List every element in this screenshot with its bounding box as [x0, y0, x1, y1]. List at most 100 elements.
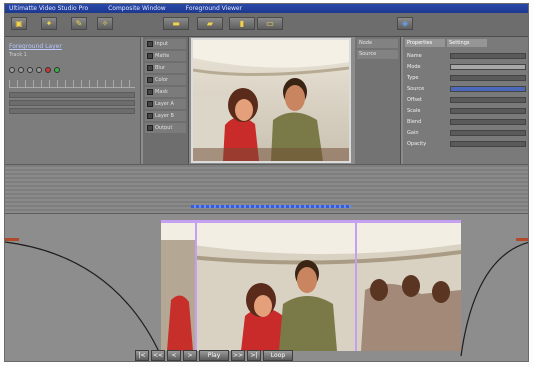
property-row: Gain	[407, 129, 526, 137]
property-field[interactable]	[450, 141, 526, 147]
playback-bar: |< << < > Play >> >| Loop	[135, 349, 435, 361]
curve-handle[interactable]	[5, 238, 19, 241]
property-label: Scale	[407, 108, 421, 114]
time-ruler[interactable]	[9, 80, 135, 88]
property-field[interactable]	[450, 130, 526, 136]
property-label: Gain	[407, 130, 419, 136]
property-tabs: Properties Settings	[403, 37, 528, 49]
loop-button[interactable]: Loop	[263, 349, 293, 361]
list-item[interactable]: Matte	[145, 51, 186, 61]
property-label: Source	[407, 86, 425, 92]
property-field[interactable]	[450, 53, 526, 59]
title-segment: Composite Window	[108, 5, 166, 12]
timeline-track[interactable]	[9, 108, 135, 114]
timeline-strip[interactable]	[5, 164, 528, 214]
list-item[interactable]: Node	[357, 39, 398, 48]
frame-marker[interactable]	[355, 220, 357, 351]
list-item[interactable]: Output	[145, 123, 186, 133]
fast-rewind-button[interactable]: <<	[151, 349, 165, 361]
export-icon[interactable]: ▮	[229, 17, 255, 30]
list-item[interactable]: Blur	[145, 63, 186, 73]
node-label: Layer B	[155, 113, 174, 119]
layers-icon[interactable]: ▰	[197, 17, 223, 30]
render-icon[interactable]: ▬	[163, 17, 189, 30]
property-field[interactable]	[450, 75, 526, 81]
panel-title: Foreground Layer	[9, 43, 62, 50]
title-segment: Ultimatte Video Studio Pro	[9, 5, 89, 12]
list-item[interactable]: Layer B	[145, 111, 186, 121]
property-label: Type	[407, 75, 419, 81]
property-row: Source	[407, 85, 526, 93]
property-label: Blend	[407, 119, 422, 125]
node-icon	[147, 77, 153, 83]
list-item[interactable]: Layer A	[145, 99, 186, 109]
network-icon[interactable]: ◈	[397, 17, 413, 30]
node-icon	[147, 41, 153, 47]
toolbar: ▣ ✦ ✎ ✧ ▬ ▰ ▮ ▭ ◈	[5, 13, 528, 37]
step-forward-button[interactable]: >	[183, 349, 197, 361]
list-item[interactable]: Source	[357, 50, 398, 59]
node-icon	[147, 65, 153, 71]
timeline-track[interactable]	[9, 92, 135, 98]
property-row: Offset	[407, 96, 526, 104]
node-label: Mask	[155, 89, 168, 95]
property-row: Opacity	[407, 140, 526, 148]
property-field[interactable]	[450, 86, 526, 92]
property-row: Type	[407, 74, 526, 82]
folder-icon[interactable]: ▣	[11, 17, 27, 30]
play-button[interactable]: Play	[199, 349, 229, 361]
property-label: Name	[407, 53, 422, 59]
property-row: Mode	[407, 63, 526, 71]
go-start-button[interactable]: |<	[135, 349, 149, 361]
source-list: Node Source	[355, 37, 401, 164]
property-label: Offset	[407, 97, 423, 103]
node-label: Matte	[155, 53, 170, 59]
title-bar: Ultimatte Video Studio Pro Composite Win…	[5, 4, 528, 13]
video-frame-image	[192, 40, 350, 161]
list-item[interactable]: Color	[145, 75, 186, 85]
timeline-panel: Foreground Layer Track 1	[5, 37, 141, 164]
video-viewer[interactable]	[191, 38, 351, 163]
node-label: Output	[155, 125, 173, 131]
step-button[interactable]	[27, 67, 33, 73]
property-field[interactable]	[450, 64, 526, 70]
rewind-button[interactable]	[9, 67, 15, 73]
node-list: Input Matte Blur Color Mask Layer A Laye…	[143, 37, 189, 164]
play-button[interactable]	[54, 67, 60, 73]
frame-marker[interactable]	[195, 220, 197, 351]
node-icon	[147, 101, 153, 107]
track-label: Track 1	[9, 52, 27, 58]
list-item[interactable]: Input	[145, 39, 186, 49]
node-label: Blur	[155, 65, 166, 71]
step-back-button[interactable]: <	[167, 349, 181, 361]
filmstrip-preview[interactable]	[161, 220, 461, 351]
node-label: Layer A	[155, 101, 174, 107]
node-label: Color	[155, 77, 169, 83]
app-window: Ultimatte Video Studio Pro Composite Win…	[4, 3, 529, 362]
property-row: Name	[407, 52, 526, 60]
property-field[interactable]	[450, 119, 526, 125]
curve-handle[interactable]	[516, 238, 528, 241]
properties-panel: Properties Settings Name Mode Type Source Of…	[403, 37, 528, 164]
timeline-track[interactable]	[9, 100, 135, 106]
property-field[interactable]	[450, 108, 526, 114]
selection-bar[interactable]	[191, 205, 351, 208]
fast-forward-button[interactable]: >>	[231, 349, 245, 361]
tab-settings[interactable]: Settings	[447, 39, 487, 47]
node-label: Input	[155, 41, 168, 47]
title-segment: Foreground Viewer	[185, 5, 243, 12]
transport-controls	[9, 67, 60, 73]
tab-properties[interactable]: Properties	[405, 39, 445, 47]
go-end-button[interactable]: >|	[247, 349, 261, 361]
star-icon[interactable]: ✦	[41, 17, 57, 30]
wand-icon[interactable]: ✧	[97, 17, 113, 30]
mark-button[interactable]	[36, 67, 42, 73]
record-button[interactable]	[45, 67, 51, 73]
monitor-icon[interactable]: ▭	[257, 17, 283, 30]
list-item[interactable]: Mask	[145, 87, 186, 97]
property-field[interactable]	[450, 97, 526, 103]
property-row: Blend	[407, 118, 526, 126]
property-label: Mode	[407, 64, 421, 70]
pencil-icon[interactable]: ✎	[71, 17, 87, 30]
stop-button[interactable]	[18, 67, 24, 73]
